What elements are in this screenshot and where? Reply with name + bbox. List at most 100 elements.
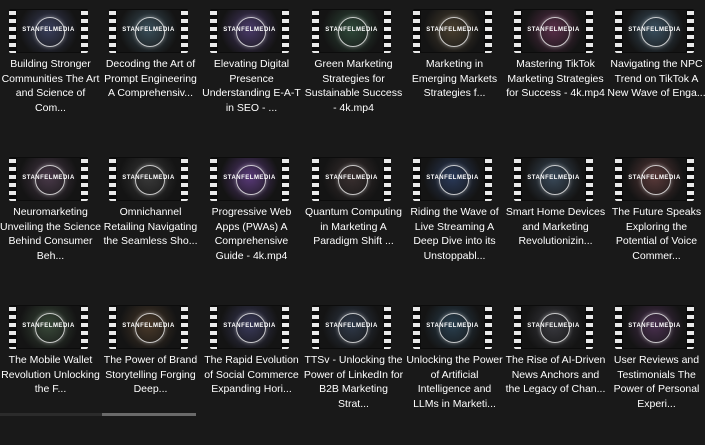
thumbnail-image: STANFELMEDIA	[218, 306, 281, 348]
video-file-item[interactable]: STANFELMEDIA Smart Home Devices and Marke…	[505, 157, 606, 297]
video-file-item[interactable]: STANFELMEDIA The Mobile Wallet Revolution…	[0, 305, 101, 445]
video-file-item[interactable]: STANFELMEDIA TTSv - Unlocking the Power o…	[303, 305, 404, 445]
film-strip-icon	[9, 9, 16, 53]
file-name-label: The Rise of AI-Driven News Anchors and t…	[505, 354, 606, 395]
film-strip-icon	[81, 305, 88, 349]
video-thumbnail[interactable]: STANFELMEDIA	[615, 9, 694, 53]
thumbnail-image: STANFELMEDIA	[117, 306, 180, 348]
file-name-label: The Mobile Wallet Revolution Unlocking t…	[1, 354, 100, 395]
file-name-label: Progressive Web Apps (PWAs) A Comprehens…	[211, 206, 292, 262]
video-thumbnail[interactable]: STANFELMEDIA	[514, 305, 593, 349]
video-file-item[interactable]: STANFELMEDIA Neuromarketing Unveiling the…	[0, 157, 101, 297]
video-thumbnail[interactable]: STANFELMEDIA	[109, 157, 188, 201]
film-strip-icon	[687, 157, 694, 201]
video-thumbnail[interactable]: STANFELMEDIA	[210, 305, 289, 349]
brand-logo: STANFELMEDIA	[223, 323, 276, 329]
thumbnail-image: STANFELMEDIA	[320, 306, 383, 348]
video-file-item[interactable]: STANFELMEDIA Omnichannel Retailing Naviga…	[100, 157, 201, 297]
brand-logo: STANFELMEDIA	[527, 27, 580, 33]
video-thumbnail[interactable]: STANFELMEDIA	[9, 157, 88, 201]
thumbnail-image: STANFELMEDIA	[522, 10, 585, 52]
video-thumbnail[interactable]: STANFELMEDIA	[413, 305, 492, 349]
video-thumbnail[interactable]: STANFELMEDIA	[312, 305, 391, 349]
thumbnail-image: STANFELMEDIA	[421, 158, 484, 200]
film-strip-icon	[109, 9, 116, 53]
video-file-item[interactable]: STANFELMEDIA Building Stronger Communitie…	[0, 9, 101, 149]
video-file-item[interactable]: STANFELMEDIA Marketing in Emerging Market…	[404, 9, 505, 149]
video-thumbnail[interactable]: STANFELMEDIA	[413, 9, 492, 53]
video-thumbnail[interactable]: STANFELMEDIA	[413, 157, 492, 201]
film-strip-icon	[282, 9, 289, 53]
thumbnail-image: STANFELMEDIA	[17, 158, 80, 200]
thumbnail-image: STANFELMEDIA	[421, 10, 484, 52]
brand-logo: STANFELMEDIA	[122, 175, 175, 181]
video-thumbnail[interactable]: STANFELMEDIA	[210, 9, 289, 53]
file-name-label: Navigating the NPC Trend on TikTok A New…	[607, 58, 705, 99]
film-strip-icon	[9, 157, 16, 201]
video-thumbnail[interactable]: STANFELMEDIA	[210, 157, 289, 201]
film-strip-icon	[81, 157, 88, 201]
film-strip-icon	[615, 157, 622, 201]
thumbnail-image: STANFELMEDIA	[17, 10, 80, 52]
film-strip-icon	[181, 157, 188, 201]
video-thumbnail[interactable]: STANFELMEDIA	[514, 157, 593, 201]
film-strip-icon	[514, 9, 521, 53]
file-name-label: TTSv - Unlocking the Power of LinkedIn f…	[303, 354, 404, 410]
film-strip-icon	[413, 305, 420, 349]
thumbnail-image: STANFELMEDIA	[522, 158, 585, 200]
thumbnail-image: STANFELMEDIA	[623, 10, 686, 52]
video-file-item[interactable]: STANFELMEDIA Quantum Computing in Marketi…	[303, 157, 404, 297]
film-strip-icon	[210, 157, 217, 201]
film-strip-icon	[485, 157, 492, 201]
film-strip-icon	[282, 157, 289, 201]
file-name-label: Decoding the Art of Prompt Engineering A…	[104, 58, 197, 99]
thumbnail-image: STANFELMEDIA	[218, 10, 281, 52]
file-name-label: Riding the Wave of Live Streaming A Deep…	[410, 206, 499, 262]
video-thumbnail[interactable]: STANFELMEDIA	[312, 157, 391, 201]
film-strip-icon	[514, 157, 521, 201]
video-thumbnail[interactable]: STANFELMEDIA	[615, 305, 694, 349]
film-strip-icon	[9, 305, 16, 349]
video-file-item[interactable]: STANFELMEDIA The Rapid Evolution of Socia…	[201, 305, 302, 445]
brand-logo: STANFELMEDIA	[22, 27, 75, 33]
video-thumbnail[interactable]: STANFELMEDIA	[615, 157, 694, 201]
film-strip-icon	[615, 305, 622, 349]
video-file-item[interactable]: STANFELMEDIA Progressive Web Apps (PWAs) …	[201, 157, 302, 297]
film-strip-icon	[514, 305, 521, 349]
video-file-item[interactable]: STANFELMEDIA Mastering TikTok Marketing S…	[505, 9, 606, 149]
film-strip-icon	[413, 157, 420, 201]
video-thumbnail[interactable]: STANFELMEDIA	[109, 305, 188, 349]
video-file-item[interactable]: STANFELMEDIA Navigating the NPC Trend on …	[606, 9, 705, 149]
file-name-label: Omnichannel Retailing Navigating the Sea…	[103, 206, 198, 247]
video-file-item[interactable]: STANFELMEDIA Decoding the Art of Prompt E…	[100, 9, 201, 149]
brand-logo: STANFELMEDIA	[122, 323, 175, 329]
film-strip-icon	[210, 9, 217, 53]
video-thumbnail[interactable]: STANFELMEDIA	[514, 9, 593, 53]
file-grid: STANFELMEDIA Building Stronger Communitie…	[0, 0, 705, 416]
film-strip-icon	[181, 305, 188, 349]
video-file-item[interactable]: STANFELMEDIA The Power of Brand Storytell…	[100, 305, 201, 445]
video-thumbnail[interactable]: STANFELMEDIA	[109, 9, 188, 53]
brand-logo: STANFELMEDIA	[22, 175, 75, 181]
video-thumbnail[interactable]: STANFELMEDIA	[9, 305, 88, 349]
film-strip-icon	[312, 305, 319, 349]
video-file-item[interactable]: STANFELMEDIA The Future Speaks Exploring …	[606, 157, 705, 297]
video-file-item[interactable]: STANFELMEDIA User Reviews and Testimonial…	[606, 305, 705, 445]
video-thumbnail[interactable]: STANFELMEDIA	[9, 9, 88, 53]
file-name-label: The Rapid Evolution of Social Commerce E…	[204, 354, 299, 395]
file-name-label: The Power of Brand Storytelling Forging …	[103, 354, 198, 395]
video-thumbnail[interactable]: STANFELMEDIA	[312, 9, 391, 53]
brand-logo: STANFELMEDIA	[527, 175, 580, 181]
video-file-item[interactable]: STANFELMEDIA Riding the Wave of Live Stre…	[404, 157, 505, 297]
video-file-item[interactable]: STANFELMEDIA Green Marketing Strategies f…	[303, 9, 404, 149]
brand-logo: STANFELMEDIA	[223, 27, 276, 33]
film-strip-icon	[485, 9, 492, 53]
brand-logo: STANFELMEDIA	[628, 323, 681, 329]
video-file-item[interactable]: STANFELMEDIA Unlocking the Power of Artif…	[404, 305, 505, 445]
video-file-item[interactable]: STANFELMEDIA The Rise of AI-Driven News A…	[505, 305, 606, 445]
film-strip-icon	[81, 9, 88, 53]
thumbnail-image: STANFELMEDIA	[522, 306, 585, 348]
thumbnail-image: STANFELMEDIA	[623, 306, 686, 348]
brand-logo: STANFELMEDIA	[325, 323, 378, 329]
video-file-item[interactable]: STANFELMEDIA Elevating Digital Presence U…	[201, 9, 302, 149]
